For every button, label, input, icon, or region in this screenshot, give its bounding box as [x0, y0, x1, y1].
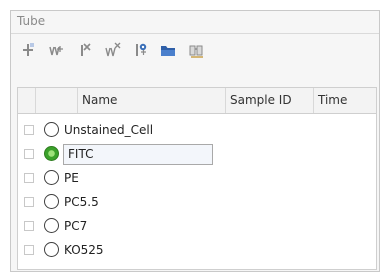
delete-multiple-tubes-icon [105, 42, 121, 57]
column-header-sample-id[interactable]: Sample ID [226, 88, 314, 113]
add-multiple-tubes-icon [49, 46, 63, 56]
row-checkbox[interactable] [24, 197, 34, 207]
add-tube-button[interactable] [17, 39, 39, 61]
open-folder-icon [161, 46, 175, 56]
open-folder-button[interactable] [157, 39, 179, 61]
add-multiple-tubes-button[interactable] [45, 39, 67, 61]
row-radio[interactable] [44, 242, 59, 257]
delete-tube-button[interactable] [73, 39, 95, 61]
tube-panel: Tube Name Sample ID Time Unstained_Cell … [10, 10, 380, 272]
table-row[interactable]: PC7 [18, 216, 376, 237]
column-header-name[interactable]: Name [78, 88, 226, 113]
row-checkbox[interactable] [24, 221, 34, 231]
tube-grid: Name Sample ID Time Unstained_Cell FITC … [17, 87, 377, 270]
find-icon [189, 45, 203, 58]
tube-settings-icon [136, 43, 147, 56]
table-row[interactable]: Unstained_Cell [18, 120, 376, 141]
grid-header: Name Sample ID Time [18, 88, 376, 114]
row-radio-selected[interactable] [44, 146, 59, 161]
row-checkbox[interactable] [24, 125, 34, 135]
row-checkbox[interactable] [24, 245, 34, 255]
delete-tube-icon [81, 43, 91, 56]
row-name: FITC [68, 147, 94, 161]
column-header-time[interactable]: Time [314, 88, 376, 113]
row-name: PC7 [64, 219, 88, 233]
row-name: KO525 [64, 243, 104, 257]
table-row[interactable]: PC5.5 [18, 192, 376, 213]
toolbar [17, 38, 207, 62]
table-row[interactable]: KO525 [18, 240, 376, 261]
tube-settings-button[interactable] [129, 39, 151, 61]
table-row[interactable]: PE [18, 168, 376, 189]
find-button[interactable] [185, 39, 207, 61]
title-divider [11, 33, 379, 34]
table-row-selected[interactable]: FITC [18, 144, 376, 165]
add-tube-icon [23, 43, 34, 56]
row-name: Unstained_Cell [64, 123, 154, 137]
row-name: PE [64, 171, 79, 185]
row-checkbox[interactable] [24, 173, 34, 183]
header-check-col [18, 88, 36, 113]
panel-title: Tube [17, 14, 46, 28]
row-radio[interactable] [44, 194, 59, 209]
row-radio[interactable] [44, 218, 59, 233]
delete-multiple-tubes-button[interactable] [101, 39, 123, 61]
row-radio[interactable] [44, 122, 59, 137]
row-checkbox[interactable] [24, 149, 34, 159]
header-radio-col [36, 88, 78, 113]
row-name: PC5.5 [64, 195, 99, 209]
row-radio[interactable] [44, 170, 59, 185]
